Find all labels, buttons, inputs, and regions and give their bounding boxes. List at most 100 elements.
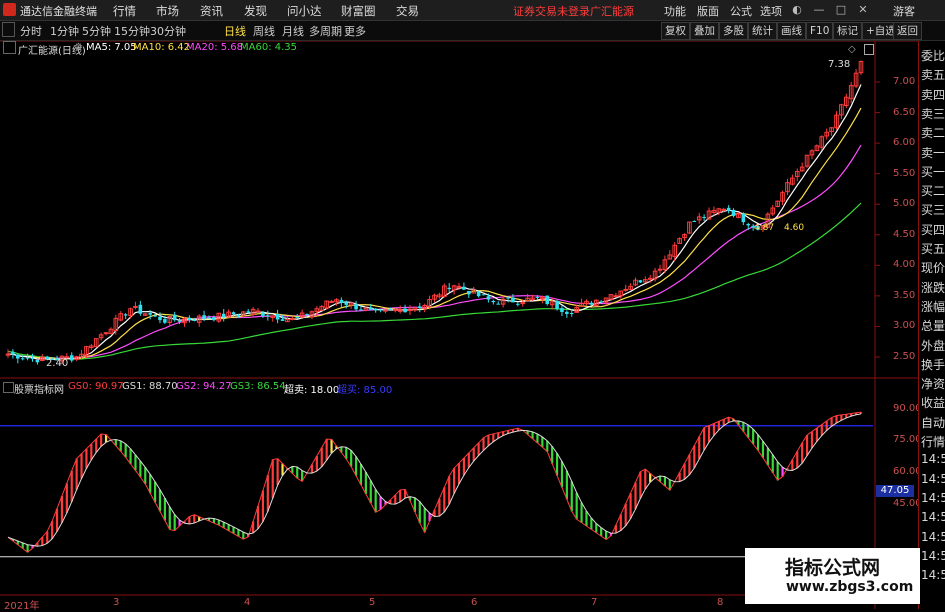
candle-body — [359, 309, 363, 311]
candle-body — [486, 296, 491, 300]
menu-wenxiaoda[interactable]: 问小达 — [287, 3, 322, 19]
f10-button[interactable]: F10 — [806, 22, 834, 40]
sidebar-item[interactable]: 涨幅 — [921, 298, 945, 315]
chart-collapse-icon[interactable] — [3, 41, 16, 54]
menu-jiaoyi[interactable]: 交易 — [396, 3, 419, 19]
menu-gongshi[interactable]: 公式 — [730, 3, 752, 19]
candle-body — [275, 313, 280, 320]
sidebar-item[interactable]: 卖三 — [921, 105, 945, 122]
trade-login-warning[interactable]: 证券交易未登录 — [513, 3, 590, 19]
candle-body — [491, 300, 496, 303]
sidebar-item[interactable]: 14:50 — [921, 530, 945, 544]
period-30min[interactable]: 30分钟 — [150, 23, 186, 39]
settings-icon[interactable]: ⚙ — [74, 42, 83, 53]
sidebar-item[interactable]: 14:50 — [921, 510, 945, 524]
candle-body — [202, 315, 206, 319]
sidebar-item[interactable]: 14:50 — [921, 452, 945, 466]
panel-icon[interactable] — [864, 44, 874, 55]
candle-body — [16, 354, 20, 359]
candle-body — [692, 220, 697, 222]
menu-shichang[interactable]: 市场 — [156, 3, 179, 19]
sidebar-item[interactable]: 卖四 — [921, 86, 945, 103]
ma20-label: MA20: 5.68 — [186, 42, 244, 53]
period-fenshi[interactable]: 分时 — [20, 23, 42, 39]
menu-gongneng[interactable]: 功能 — [664, 3, 686, 19]
minimize-icon[interactable]: — — [812, 2, 826, 17]
diejia-button[interactable]: 叠加 — [690, 22, 719, 40]
menu-caifuquan[interactable]: 财富圈 — [341, 3, 376, 19]
sidebar-item[interactable]: 净资 — [921, 375, 945, 392]
current-stock-link[interactable]: 广汇能源 — [590, 3, 634, 19]
period-1min[interactable]: 1分钟 — [50, 23, 79, 39]
sidebar-item[interactable]: 14:50 — [921, 549, 945, 563]
diamond-icon[interactable]: ◇ — [848, 44, 856, 55]
sidebar-item[interactable]: 卖一 — [921, 144, 945, 161]
candle-body — [456, 285, 462, 288]
indicator-name[interactable]: 股票指标网 — [14, 381, 64, 396]
candle-body — [344, 302, 349, 305]
period-multi[interactable]: 多周期 — [309, 23, 342, 39]
period-toolbar: 分时 1分钟 5分钟 15分钟 30分钟 日线 周线 月线 多周期 更多 复权 … — [0, 21, 945, 41]
menu-banmian[interactable]: 版面 — [697, 3, 719, 19]
sidebar-item[interactable]: 收益 — [921, 394, 945, 411]
sidebar-item[interactable]: 总量 — [921, 317, 945, 334]
sidebar-item[interactable]: 买三 — [921, 201, 945, 218]
period-15min[interactable]: 15分钟 — [114, 23, 150, 39]
back-button[interactable]: 返回 — [893, 22, 922, 40]
menu-faxian[interactable]: 发现 — [244, 3, 267, 19]
collapse-icon[interactable] — [2, 22, 15, 37]
sidebar-item[interactable]: 14:50 — [921, 491, 945, 505]
sidebar-item[interactable]: 外盘 — [921, 337, 945, 354]
close-icon[interactable]: ✕ — [856, 2, 870, 17]
menu-zixun[interactable]: 资讯 — [200, 3, 223, 19]
kline-chart-area[interactable] — [0, 41, 918, 609]
tongji-button[interactable]: 统计 — [748, 22, 777, 40]
period-monthly[interactable]: 月线 — [282, 23, 304, 39]
sidebar-item[interactable]: 买一 — [921, 163, 945, 180]
sidebar-item[interactable]: 卖五 — [921, 66, 945, 83]
fuquan-button[interactable]: 复权 — [661, 22, 690, 40]
x-tick: 4 — [244, 597, 251, 608]
candle-body — [388, 309, 393, 311]
sidebar-item[interactable]: 买四 — [921, 221, 945, 238]
sidebar-item[interactable]: 14:50 — [921, 568, 945, 582]
indicator-collapse-icon[interactable] — [3, 382, 14, 393]
gs1-label: GS1: 88.70 — [122, 381, 178, 392]
sidebar-item[interactable]: 行情 — [921, 433, 945, 450]
candle-body — [368, 307, 373, 310]
maximize-icon[interactable]: □ — [834, 2, 848, 17]
menu-hangqing[interactable]: 行情 — [113, 3, 136, 19]
sidebar-item[interactable]: 涨跌 — [921, 279, 945, 296]
candle-body — [20, 358, 25, 360]
sidebar-item[interactable]: 14:50 — [921, 472, 945, 486]
sidebar-item[interactable]: 委比 — [921, 47, 945, 64]
biaoji-button[interactable]: 标记 — [833, 22, 862, 40]
huaxian-button[interactable]: 画线 — [777, 22, 806, 40]
period-daily[interactable]: 日线 — [224, 23, 246, 39]
period-more[interactable]: 更多 — [344, 23, 366, 39]
duogu-button[interactable]: 多股 — [719, 22, 748, 40]
sidebar-item[interactable]: 换手 — [921, 356, 945, 373]
low-price-label: 2.40 — [46, 358, 69, 369]
sidebar-item[interactable]: 卖二 — [921, 124, 945, 141]
sidebar-item[interactable]: 买二 — [921, 182, 945, 199]
candle-body — [647, 277, 653, 280]
high-price-label: 7.38 — [828, 59, 851, 70]
price-tick: 2.50 — [893, 351, 916, 362]
candle-body — [481, 294, 486, 296]
candle-body — [746, 223, 751, 226]
watermark-title: 指标公式网 — [785, 557, 881, 579]
candle-body — [305, 313, 309, 316]
skin-icon[interactable]: ◐ — [790, 2, 804, 17]
sidebar-item[interactable]: 自动 — [921, 414, 945, 431]
watermark-url: www.zbgs3.com — [786, 579, 914, 595]
candle-body — [417, 306, 422, 309]
ma10-label: MA10: 6.42 — [133, 42, 191, 53]
sidebar-item[interactable]: 买五 — [921, 240, 945, 257]
guest-login-button[interactable]: 游客 — [893, 3, 915, 19]
sidebar-item[interactable]: 现价 — [921, 259, 945, 276]
menu-xuanxiang[interactable]: 选项 — [760, 3, 782, 19]
quote-sidebar: 委比卖五卖四卖三卖二卖一买一买二买三买四买五现价涨跌涨幅总量外盘换手净资收益自动… — [918, 41, 945, 609]
period-5min[interactable]: 5分钟 — [82, 23, 111, 39]
period-weekly[interactable]: 周线 — [253, 23, 275, 39]
